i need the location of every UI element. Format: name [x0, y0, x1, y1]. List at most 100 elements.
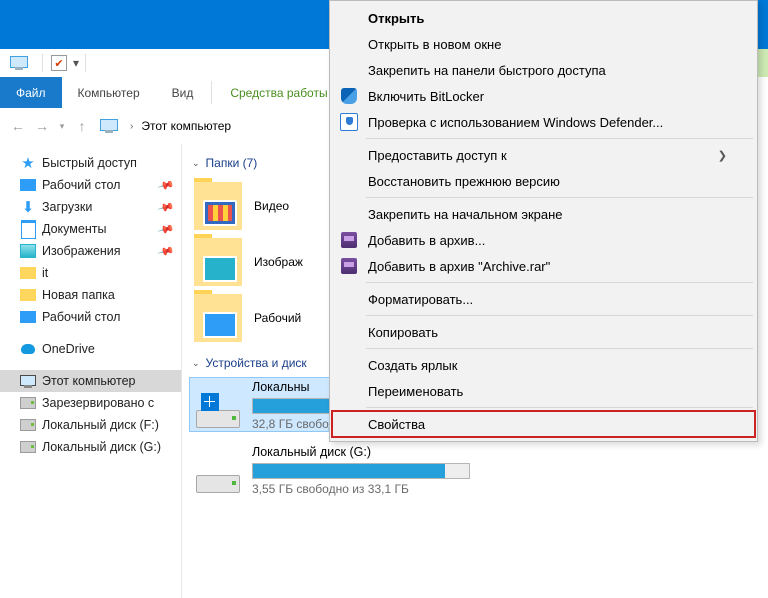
ctx-separator: [366, 315, 753, 316]
tree-quick-access[interactable]: ★ Быстрый доступ: [0, 152, 181, 174]
ctx-add-archive[interactable]: Добавить в архив...: [332, 227, 755, 253]
ctx-separator: [366, 348, 753, 349]
address-location: Этот компьютер: [141, 119, 231, 133]
ctx-pin-start[interactable]: Закрепить на начальном экране: [332, 201, 755, 227]
pc-icon: [20, 375, 36, 388]
tree-label: Быстрый доступ: [42, 156, 137, 170]
folder-icon: [194, 294, 242, 342]
defender-icon: [340, 113, 358, 131]
desktop-icon: [20, 179, 36, 191]
tree-label: OneDrive: [42, 342, 95, 356]
tree-label: Рабочий стол: [42, 178, 120, 192]
drive-tile-g[interactable]: Локальный диск (G:) 3,55 ГБ свободно из …: [190, 443, 470, 496]
hdd-icon: [20, 441, 36, 453]
ctx-separator: [366, 407, 753, 408]
pin-icon: 📌: [157, 242, 175, 260]
ctx-format[interactable]: Форматировать...: [332, 286, 755, 312]
hdd-icon: [20, 419, 36, 431]
star-icon: ★: [20, 155, 36, 171]
tree-label: Зарезервировано с: [42, 396, 154, 410]
tree-folder-new[interactable]: Новая папка: [0, 284, 181, 306]
tree-drive-g[interactable]: Локальный диск (G:): [0, 436, 181, 458]
tab-drive-tools[interactable]: Средства работы: [214, 77, 343, 108]
document-icon: [21, 220, 36, 239]
folder-icon: [194, 182, 242, 230]
tree-pictures[interactable]: Изображения 📌: [0, 240, 181, 262]
tab-file[interactable]: Файл: [0, 77, 62, 108]
ctx-create-shortcut[interactable]: Создать ярлык: [332, 352, 755, 378]
drive-icon: [194, 380, 242, 428]
tab-view[interactable]: Вид: [156, 77, 210, 108]
tree-label: Этот компьютер: [42, 374, 135, 388]
folder-label: Изображ: [254, 255, 303, 269]
nav-up-button[interactable]: ↑: [70, 114, 94, 138]
tree-label: Локальный диск (G:): [42, 440, 161, 454]
ctx-label: Проверка с использованием Windows Defend…: [368, 115, 663, 130]
tree-downloads[interactable]: ⬇ Загрузки 📌: [0, 196, 181, 218]
ctx-rename[interactable]: Переименовать: [332, 378, 755, 404]
drive-free-text: 3,55 ГБ свободно из 33,1 ГБ: [252, 482, 470, 496]
chevron-right-icon[interactable]: ›: [122, 121, 141, 132]
ctx-pin-quick-access[interactable]: Закрепить на панели быстрого доступа: [332, 57, 755, 83]
drive-icon: [194, 445, 242, 493]
folder-icon: [20, 267, 36, 279]
nav-forward-button: →: [30, 114, 54, 138]
pin-icon: 📌: [157, 176, 175, 194]
chevron-down-icon: ⌄: [192, 158, 200, 169]
pin-icon: 📌: [157, 198, 175, 216]
tree-onedrive[interactable]: OneDrive: [0, 338, 181, 360]
navigation-pane: ★ Быстрый доступ Рабочий стол 📌 ⬇ Загруз…: [0, 144, 182, 598]
winrar-icon: [341, 258, 357, 274]
tree-label: it: [42, 266, 48, 280]
tree-label: Новая папка: [42, 288, 115, 302]
onedrive-icon: [21, 344, 35, 354]
ctx-label: Добавить в архив...: [368, 233, 485, 248]
ctx-properties[interactable]: Свойства: [332, 411, 755, 437]
download-icon: ⬇: [20, 199, 36, 215]
ctx-restore-version[interactable]: Восстановить прежнюю версию: [332, 168, 755, 194]
ctx-label: Предоставить доступ к: [368, 148, 507, 163]
ctx-separator: [366, 197, 753, 198]
nav-back-button[interactable]: ←: [6, 114, 30, 138]
context-menu: Открыть Открыть в новом окне Закрепить н…: [329, 0, 758, 442]
ctx-share[interactable]: Предоставить доступ к ❯: [332, 142, 755, 168]
ctx-bitlocker[interactable]: Включить BitLocker: [332, 83, 755, 109]
tab-computer[interactable]: Компьютер: [62, 77, 156, 108]
ctx-copy[interactable]: Копировать: [332, 319, 755, 345]
tree-desktop[interactable]: Рабочий стол 📌: [0, 174, 181, 196]
ctx-open-new-window[interactable]: Открыть в новом окне: [332, 31, 755, 57]
shield-icon: [341, 88, 357, 104]
tree-drive-f[interactable]: Локальный диск (F:): [0, 414, 181, 436]
nav-recent-dropdown[interactable]: ▾: [54, 114, 70, 138]
tree-folder-it[interactable]: it: [0, 262, 181, 284]
hdd-icon: [20, 397, 36, 409]
group-label: Устройства и диск: [206, 356, 307, 370]
ctx-separator: [366, 138, 753, 139]
qat-properties-check[interactable]: ✔: [51, 55, 67, 71]
tree-this-pc[interactable]: Этот компьютер: [0, 370, 181, 392]
tree-label: Локальный диск (F:): [42, 418, 159, 432]
ctx-separator: [366, 282, 753, 283]
folder-icon: [20, 289, 36, 301]
drive-usage-bar: [252, 463, 470, 479]
ctx-add-archive-named[interactable]: Добавить в архив "Archive.rar": [332, 253, 755, 279]
ctx-open[interactable]: Открыть: [332, 5, 755, 31]
pc-icon: [100, 119, 118, 133]
tree-label: Рабочий стол: [42, 310, 120, 324]
desktop-icon: [20, 311, 36, 323]
address-bar[interactable]: › Этот компьютер: [94, 114, 237, 138]
ctx-label: Добавить в архив "Archive.rar": [368, 259, 550, 274]
ctx-label: Включить BitLocker: [368, 89, 484, 104]
chevron-right-icon: ❯: [718, 149, 727, 162]
tree-desktop-2[interactable]: Рабочий стол: [0, 306, 181, 328]
qat-dropdown[interactable]: ▾: [71, 56, 81, 70]
folder-label: Рабочий: [254, 311, 301, 325]
tree-documents[interactable]: Документы 📌: [0, 218, 181, 240]
pictures-icon: [20, 244, 36, 258]
ctx-defender-scan[interactable]: Проверка с использованием Windows Defend…: [332, 109, 755, 135]
pc-icon: [10, 56, 28, 70]
tree-label: Документы: [42, 222, 106, 236]
tree-drive-reserved[interactable]: Зарезервировано с: [0, 392, 181, 414]
group-label: Папки (7): [206, 156, 258, 170]
winrar-icon: [341, 232, 357, 248]
